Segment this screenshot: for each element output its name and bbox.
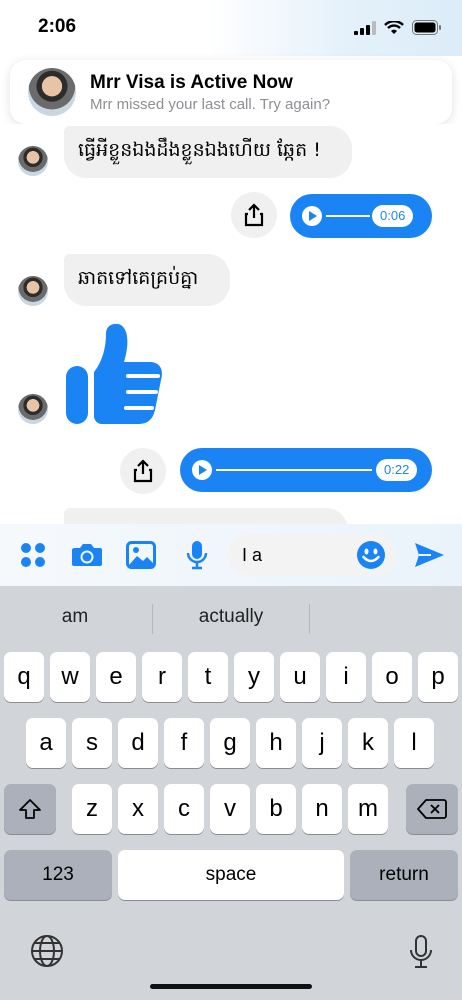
photo-icon bbox=[126, 541, 156, 569]
suggestion-bar: am actually bbox=[0, 586, 462, 652]
apps-grid-icon bbox=[21, 543, 45, 567]
message-bubble[interactable]: ធ្វើអីខ្លួនឯងដឹងខ្លួនឯងហើយ ឆ្កែត ! bbox=[64, 126, 352, 178]
space-key[interactable]: space bbox=[118, 850, 344, 900]
send-button[interactable] bbox=[412, 538, 446, 572]
play-icon[interactable] bbox=[302, 206, 322, 226]
key-v[interactable]: v bbox=[210, 784, 250, 834]
key-q[interactable]: q bbox=[4, 652, 44, 702]
key-m[interactable]: m bbox=[348, 784, 388, 834]
status-bar: 2:06 bbox=[0, 0, 462, 56]
microphone-button[interactable] bbox=[180, 538, 214, 572]
send-icon bbox=[415, 543, 444, 567]
avatar bbox=[28, 68, 76, 116]
apps-grid-button[interactable] bbox=[16, 538, 50, 572]
message-composer bbox=[0, 524, 462, 586]
photo-button[interactable] bbox=[124, 538, 158, 572]
key-a[interactable]: a bbox=[26, 718, 66, 768]
message-input[interactable] bbox=[242, 534, 352, 576]
shift-icon bbox=[19, 799, 41, 819]
key-i[interactable]: i bbox=[326, 652, 366, 702]
key-r[interactable]: r bbox=[142, 652, 182, 702]
banner-title: Mrr Visa is Active Now bbox=[90, 72, 293, 93]
key-x[interactable]: x bbox=[118, 784, 158, 834]
notification-banner[interactable]: Mrr Visa is Active Now Mrr missed your l… bbox=[10, 60, 452, 124]
share-button[interactable] bbox=[231, 192, 277, 238]
key-z[interactable]: z bbox=[72, 784, 112, 834]
thumbs-up-icon[interactable] bbox=[64, 322, 166, 426]
status-icons bbox=[354, 20, 442, 35]
message-text: ធ្វើអីខ្លួនឯងដឹងខ្លួនឯងហើយ ឆ្កែត ! bbox=[78, 139, 321, 161]
chat-thread[interactable]: ធ្វើអីខ្លួនឯងដឹងខ្លួនឯងហើយ ឆ្កែត ! 0:06 … bbox=[0, 124, 462, 524]
delete-icon bbox=[417, 799, 447, 819]
play-icon[interactable] bbox=[192, 460, 212, 480]
key-w[interactable]: w bbox=[50, 652, 90, 702]
battery-icon bbox=[412, 20, 441, 35]
key-e[interactable]: e bbox=[96, 652, 136, 702]
key-g[interactable]: g bbox=[210, 718, 250, 768]
voice-duration: 0:06 bbox=[372, 205, 414, 227]
message-text: ឆាតទៅគេគ្រប់គ្នា bbox=[78, 267, 199, 289]
microphone-icon bbox=[186, 541, 208, 570]
key-c[interactable]: c bbox=[164, 784, 204, 834]
camera-icon bbox=[72, 544, 102, 566]
key-k[interactable]: k bbox=[348, 718, 388, 768]
delete-key[interactable] bbox=[406, 784, 458, 834]
key-j[interactable]: j bbox=[302, 718, 342, 768]
avatar bbox=[18, 276, 48, 306]
suggestion-item[interactable]: actually bbox=[166, 606, 296, 628]
voice-message[interactable]: 0:06 bbox=[290, 194, 432, 238]
status-time: 2:06 bbox=[38, 16, 77, 37]
emoji-icon bbox=[357, 541, 385, 569]
key-f[interactable]: f bbox=[164, 718, 204, 768]
numbers-key[interactable]: 123 bbox=[4, 850, 112, 900]
key-y[interactable]: y bbox=[234, 652, 274, 702]
dictation-icon bbox=[410, 935, 432, 968]
share-icon bbox=[133, 459, 153, 483]
globe-icon bbox=[31, 935, 63, 967]
key-u[interactable]: u bbox=[280, 652, 320, 702]
voice-duration: 0:22 bbox=[376, 459, 418, 481]
banner-subtitle: Mrr missed your last call. Try again? bbox=[90, 96, 331, 113]
avatar bbox=[18, 394, 48, 424]
shift-key[interactable] bbox=[4, 784, 56, 834]
signal-icon bbox=[354, 20, 376, 35]
message-bubble[interactable]: ... bbox=[64, 508, 348, 524]
suggestion-item[interactable]: am bbox=[20, 606, 130, 628]
voice-message[interactable]: 0:22 bbox=[180, 448, 432, 492]
key-p[interactable]: p bbox=[418, 652, 458, 702]
globe-button[interactable] bbox=[30, 934, 64, 968]
audio-track bbox=[216, 469, 372, 471]
share-icon bbox=[244, 203, 264, 227]
audio-track bbox=[326, 215, 370, 217]
key-t[interactable]: t bbox=[188, 652, 228, 702]
share-button[interactable] bbox=[120, 448, 166, 494]
avatar bbox=[18, 146, 48, 176]
key-b[interactable]: b bbox=[256, 784, 296, 834]
suggestion-divider bbox=[309, 604, 310, 634]
message-bubble[interactable]: ឆាតទៅគេគ្រប់គ្នា bbox=[64, 254, 230, 306]
key-n[interactable]: n bbox=[302, 784, 342, 834]
home-indicator bbox=[150, 984, 312, 989]
key-s[interactable]: s bbox=[72, 718, 112, 768]
keyboard: am actually q w e r t y u i o p a s d f … bbox=[0, 586, 462, 1000]
wifi-icon bbox=[384, 20, 404, 34]
key-o[interactable]: o bbox=[372, 652, 412, 702]
key-h[interactable]: h bbox=[256, 718, 296, 768]
dictation-button[interactable] bbox=[408, 934, 434, 970]
key-l[interactable]: l bbox=[394, 718, 434, 768]
emoji-button[interactable] bbox=[354, 538, 388, 572]
camera-button[interactable] bbox=[70, 538, 104, 572]
suggestion-divider bbox=[152, 604, 153, 634]
return-key[interactable]: return bbox=[350, 850, 458, 900]
key-d[interactable]: d bbox=[118, 718, 158, 768]
